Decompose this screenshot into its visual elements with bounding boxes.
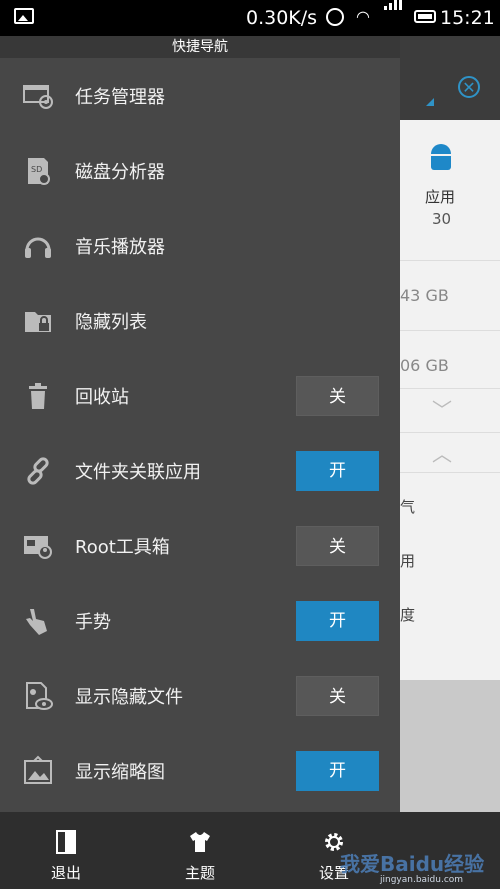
show-thumbnails-toggle[interactable]: 开 xyxy=(296,751,379,791)
background-app: ✕ 应用 30 43 GB 06 GB ﹀ ︿ 气 用 度 xyxy=(400,36,500,889)
exit-button[interactable]: 退出 xyxy=(16,812,116,889)
gesture-toggle[interactable]: 开 xyxy=(296,601,379,641)
root-toolbox-toggle[interactable]: 关 xyxy=(296,526,379,566)
wifi-icon: ◠ xyxy=(356,7,370,26)
close-icon[interactable]: ✕ xyxy=(458,76,480,98)
dropdown-indicator-icon xyxy=(426,98,434,106)
nav-item-label: 回收站 xyxy=(75,387,129,408)
bg-text-2: 用 xyxy=(400,552,416,570)
nav-item-label: 隐藏列表 xyxy=(75,312,147,333)
thumbnail-icon xyxy=(24,755,52,784)
bg-text-3: 度 xyxy=(400,606,416,624)
locked-folder-icon xyxy=(25,312,51,332)
link-icon xyxy=(27,457,49,485)
hidden-file-icon xyxy=(26,682,53,710)
clock: 15:21 xyxy=(440,7,495,29)
nav-item-music-player[interactable]: 音乐播放器 xyxy=(0,208,400,283)
nav-item-task-manager[interactable]: 任务管理器 xyxy=(0,58,400,133)
nav-item-label: 磁盘分析器 xyxy=(75,162,165,183)
chevron-up-icon[interactable]: ︿ xyxy=(432,438,452,467)
storage-size-2: 06 GB xyxy=(400,356,449,375)
theme-button[interactable]: 主题 xyxy=(150,812,250,889)
tshirt-icon xyxy=(190,832,210,852)
nav-item-disk-analyzer[interactable]: SD 磁盘分析器 xyxy=(0,133,400,208)
battery-icon xyxy=(414,10,436,23)
nav-item-label: 手势 xyxy=(75,612,111,633)
nav-item-hidden-list[interactable]: 隐藏列表 xyxy=(0,283,400,358)
android-icon[interactable] xyxy=(428,144,454,172)
nav-item-show-hidden-files[interactable]: 显示隐藏文件 关 xyxy=(0,658,400,733)
baidu-watermark: 我爱Baidu经验 jingyan.baidu.com xyxy=(300,818,500,888)
theme-label: 主题 xyxy=(184,864,215,882)
show-hidden-files-toggle[interactable]: 关 xyxy=(296,676,379,716)
exit-label: 退出 xyxy=(50,864,81,882)
task-manager-icon xyxy=(23,85,53,109)
recycle-bin-toggle[interactable]: 关 xyxy=(296,376,379,416)
nav-item-label: 显示隐藏文件 xyxy=(75,687,183,708)
nav-item-label: 显示缩略图 xyxy=(75,762,165,783)
image-notification-icon xyxy=(14,8,34,24)
apps-label: 应用 xyxy=(425,188,456,206)
quick-navigation-drawer: 快捷导航 任务管理器 SD 磁盘分析器 音乐播放器 隐藏列表 回收站 关 文件夹… xyxy=(0,36,400,812)
exit-icon xyxy=(56,830,76,854)
chevron-down-icon[interactable]: ﹀ xyxy=(432,394,452,423)
nav-item-recycle-bin[interactable]: 回收站 关 xyxy=(0,358,400,433)
drawer-title: 快捷导航 xyxy=(0,36,400,58)
nav-item-label: 文件夹关联应用 xyxy=(75,462,201,483)
apps-count: 30 xyxy=(432,210,452,228)
alarm-icon xyxy=(326,8,344,26)
folder-association-toggle[interactable]: 开 xyxy=(296,451,379,491)
bg-text-1: 气 xyxy=(400,498,416,516)
nav-item-show-thumbnails[interactable]: 显示缩略图 开 xyxy=(0,733,400,808)
hand-gesture-icon xyxy=(26,609,47,635)
nav-item-label: 音乐播放器 xyxy=(75,237,165,258)
nav-item-gesture[interactable]: 手势 开 xyxy=(0,583,400,658)
svg-text:SD: SD xyxy=(31,165,42,174)
background-toolbar: ✕ xyxy=(400,36,500,120)
disk-analyzer-icon: SD xyxy=(28,158,50,185)
status-bar: 0.30K/s ◠ 15:21 xyxy=(0,0,500,36)
storage-size-1: 43 GB xyxy=(400,286,449,305)
nav-item-root-toolbox[interactable]: Root工具箱 关 xyxy=(0,508,400,583)
nav-item-label: Root工具箱 xyxy=(75,537,170,558)
nav-item-label: 任务管理器 xyxy=(75,87,165,108)
headphones-icon xyxy=(25,237,51,258)
background-panel: 应用 30 43 GB 06 GB ﹀ ︿ 气 用 度 xyxy=(400,120,500,680)
nav-item-folder-association[interactable]: 文件夹关联应用 开 xyxy=(0,433,400,508)
network-speed: 0.30K/s xyxy=(246,7,318,29)
root-toolbox-icon xyxy=(24,536,52,559)
watermark-text: 我爱Baidu经验 xyxy=(340,852,485,876)
trash-icon xyxy=(29,383,47,409)
watermark-url: jingyan.baidu.com xyxy=(380,875,464,885)
